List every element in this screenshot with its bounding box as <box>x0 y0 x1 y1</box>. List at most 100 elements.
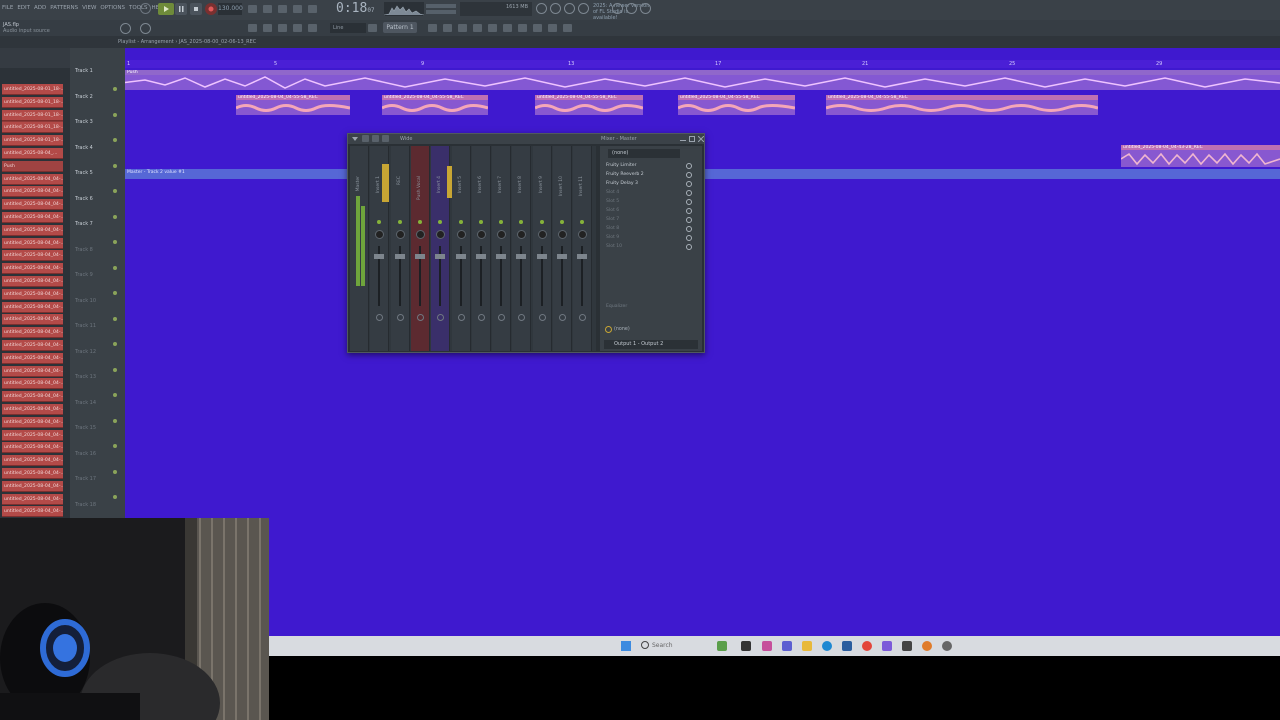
browser-item[interactable]: untitled_2025-08-01_18-... <box>2 135 63 147</box>
slot-mix-knob[interactable] <box>686 244 692 250</box>
browser-item[interactable]: untitled_2025-08-04_04-... <box>2 493 63 505</box>
blend-notes-icon[interactable] <box>293 5 302 13</box>
mixer-strip[interactable]: Insert 10 <box>553 146 572 351</box>
track-mute-led[interactable] <box>113 418 117 423</box>
pattern-mode-icon[interactable] <box>248 5 257 13</box>
browser-item[interactable]: untitled_2025-08-04_04-... <box>2 288 63 300</box>
loop-record-icon[interactable] <box>308 5 317 13</box>
close-icon[interactable] <box>698 136 704 142</box>
fader-handle[interactable] <box>414 254 425 259</box>
close-all-icon[interactable] <box>550 3 561 14</box>
fader-handle[interactable] <box>536 254 547 259</box>
send-knob[interactable] <box>376 314 384 321</box>
track-label[interactable]: Track 13 <box>75 374 96 380</box>
tempo-knob-icon[interactable] <box>140 23 151 34</box>
discord-icon[interactable] <box>882 641 892 651</box>
browser-item[interactable]: untitled_2025-08-04_04-... <box>2 250 63 262</box>
strip-enable-led[interactable] <box>438 220 443 224</box>
send-knob[interactable] <box>416 314 424 321</box>
script-icon[interactable] <box>503 24 512 32</box>
project-info-icon[interactable] <box>563 24 572 32</box>
slot-mix-knob[interactable] <box>686 190 692 196</box>
folder-icon[interactable] <box>802 641 812 651</box>
strip-enable-led[interactable] <box>397 220 402 224</box>
send-knob[interactable] <box>518 314 526 321</box>
track-label[interactable]: Track 4 <box>75 145 93 151</box>
track-label[interactable]: Track 15 <box>75 425 96 431</box>
countdown-icon[interactable] <box>278 5 287 13</box>
slot-mix-knob[interactable] <box>686 208 692 214</box>
strip-enable-led[interactable] <box>377 220 382 224</box>
song-position-display[interactable]: 0:1807 <box>336 1 375 16</box>
track-mute-led[interactable] <box>113 367 117 372</box>
pan-knob[interactable] <box>578 230 588 239</box>
track-mute-led[interactable] <box>113 291 117 295</box>
track-label[interactable]: Track 9 <box>75 272 93 278</box>
menu-view[interactable]: VIEW <box>82 5 96 11</box>
browser-item[interactable]: untitled_2025-08-04_04-... <box>2 173 63 185</box>
track-mute-led[interactable] <box>113 163 117 168</box>
track-label[interactable]: Track 14 <box>75 400 96 406</box>
channel-icon[interactable] <box>443 24 452 32</box>
master-pitch-slider[interactable] <box>426 10 456 14</box>
fader-handle[interactable] <box>475 254 486 259</box>
mixer-strip[interactable]: Insert 6 <box>471 146 491 351</box>
pan-knob[interactable] <box>497 230 507 239</box>
plugin-icon[interactable] <box>473 24 482 32</box>
strip-enable-led[interactable] <box>539 220 544 224</box>
slot-mix-knob[interactable] <box>686 181 692 187</box>
track-mute-led[interactable] <box>113 495 117 499</box>
menu-edit[interactable]: EDIT <box>17 5 30 11</box>
browser-item[interactable]: untitled_2025-08-01_18-... <box>2 84 63 95</box>
pause-button[interactable] <box>175 3 187 15</box>
browser-item[interactable]: untitled_2025-08-04_04-... <box>2 301 63 313</box>
slot-mix-knob[interactable] <box>686 226 692 232</box>
vocal-clip-1[interactable]: untitled_2025-08-04_04-55-58_REC <box>236 95 350 115</box>
fader-handle[interactable] <box>557 254 567 259</box>
track-mute-led[interactable] <box>113 138 117 142</box>
browser-item[interactable]: untitled_2025-08-04_04-... <box>2 429 63 441</box>
browser-item[interactable]: untitled_2025-08-04_04-... <box>2 365 63 377</box>
track-mute-led[interactable] <box>113 469 117 474</box>
mixer-strip[interactable]: Insert 7 <box>492 146 512 351</box>
browser-item[interactable]: untitled_2025-08-04_04-... <box>2 237 63 249</box>
browser-item[interactable]: untitled_2025-08-04_04-... <box>2 352 63 364</box>
track-label[interactable]: Track 3 <box>75 119 93 125</box>
task-view-icon[interactable] <box>741 641 751 651</box>
fader-handle[interactable] <box>577 254 588 259</box>
fader-handle[interactable] <box>516 254 527 259</box>
plugin-picker-icon[interactable] <box>612 3 623 14</box>
pan-knob[interactable] <box>476 230 486 239</box>
help-icon[interactable] <box>640 3 651 14</box>
effect-slot[interactable]: Fruity Reeverb 2 <box>606 171 684 179</box>
track-label[interactable]: Track 18 <box>75 502 96 508</box>
vocal-clip-4[interactable]: untitled_2025-08-04_04-55-58_REC <box>678 95 795 115</box>
send-knob[interactable] <box>498 314 506 321</box>
pan-knob[interactable] <box>436 230 446 239</box>
pan-knob[interactable] <box>537 230 547 239</box>
browser-item[interactable]: untitled_2025-08-04_04-... <box>2 224 63 236</box>
menu-add[interactable]: ADD <box>34 5 46 11</box>
effect-slot[interactable]: Slot 7 <box>606 216 684 224</box>
track-mute-led[interactable] <box>113 240 117 244</box>
strip-enable-led[interactable] <box>458 220 463 224</box>
layout-icon[interactable] <box>518 24 527 32</box>
gear-icon[interactable] <box>626 3 637 14</box>
search-icon[interactable] <box>641 641 649 649</box>
gear-icon[interactable] <box>942 641 952 651</box>
pan-knob[interactable] <box>375 230 385 239</box>
vocal-clip-right[interactable]: untitled_2025-08-04_04-43-28_REC <box>1121 145 1280 167</box>
mixer-strip[interactable]: Insert 9 <box>532 146 552 351</box>
browser-item[interactable]: untitled_2025-08-04_04-... <box>2 391 63 403</box>
stop-button[interactable] <box>190 3 202 15</box>
pan-knob[interactable] <box>517 230 527 239</box>
track-label[interactable]: Track 11 <box>75 323 96 329</box>
browser-item[interactable]: untitled_2025-08-04_04-... <box>2 404 63 415</box>
video-icon[interactable] <box>548 24 557 32</box>
master-volume-slider[interactable] <box>426 4 456 8</box>
fader-handle[interactable] <box>496 254 507 259</box>
track-label[interactable]: Track 16 <box>75 451 96 457</box>
piano-roll-icon[interactable] <box>278 24 287 32</box>
maximize-icon[interactable] <box>689 136 695 142</box>
track-mute-led[interactable] <box>113 189 117 193</box>
